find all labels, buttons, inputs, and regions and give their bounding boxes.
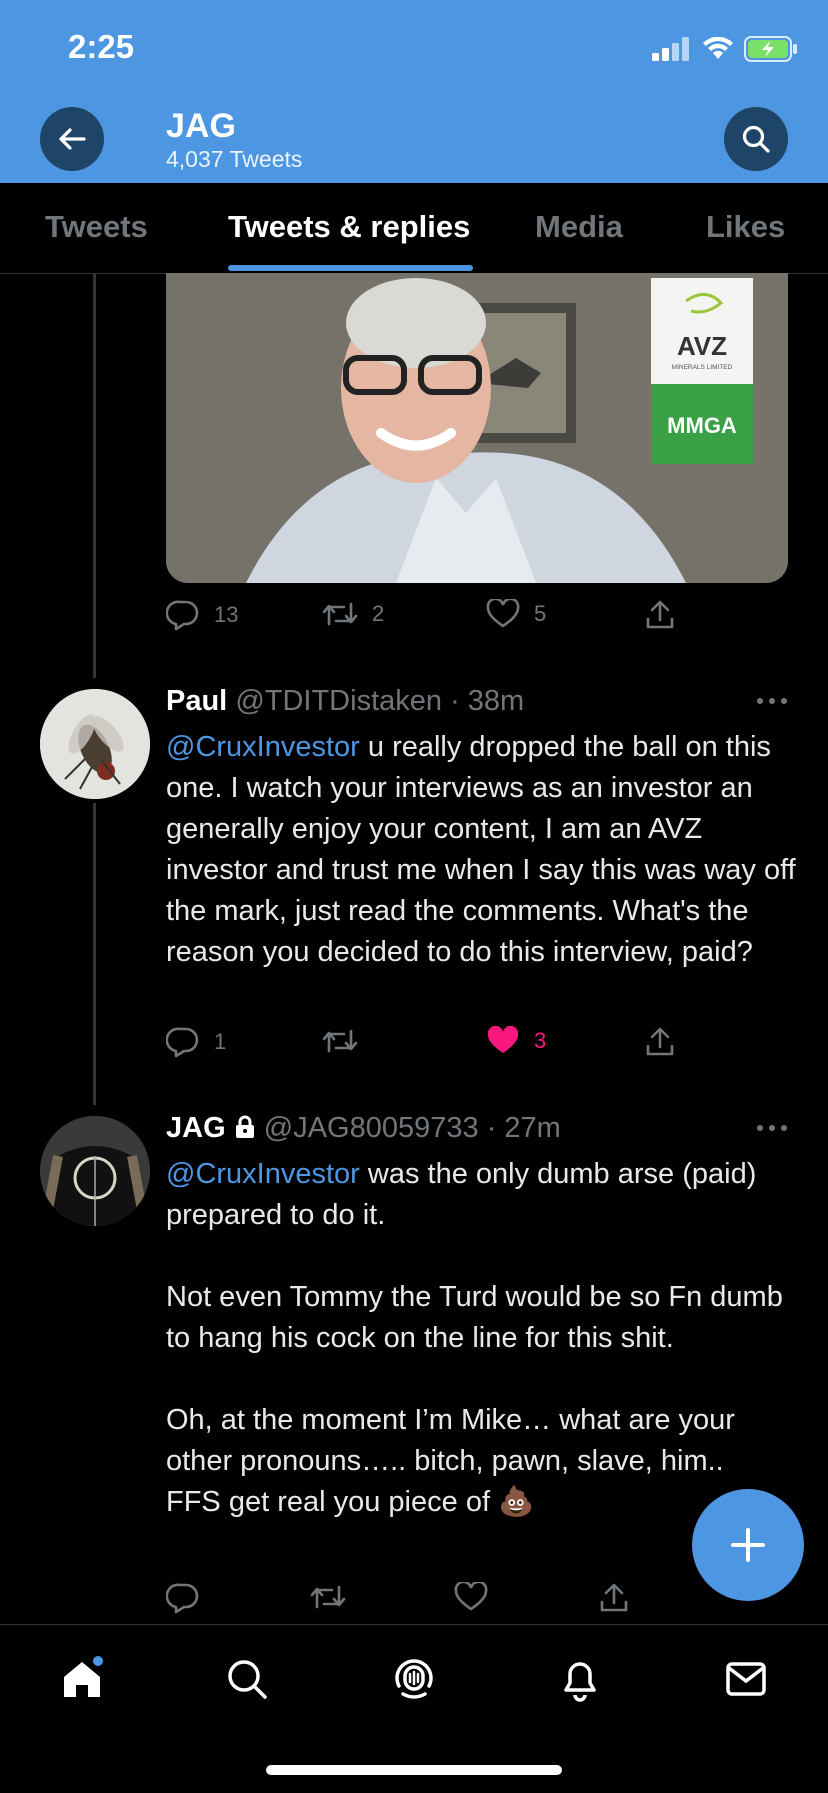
spaces-icon bbox=[395, 1659, 433, 1699]
plus-icon bbox=[731, 1528, 765, 1562]
fly-avatar-image bbox=[40, 689, 150, 799]
nav-spaces[interactable] bbox=[386, 1651, 442, 1707]
mention-link[interactable]: @CruxInvestor bbox=[166, 1158, 360, 1190]
reply-button[interactable] bbox=[166, 1582, 214, 1614]
status-time: 2:25 bbox=[68, 28, 135, 65]
nav-home[interactable] bbox=[54, 1651, 110, 1707]
retweet-icon bbox=[322, 602, 358, 626]
search-button[interactable] bbox=[724, 107, 788, 171]
tweet-header: Paul @TDITDistaken · 38m bbox=[166, 685, 524, 718]
more-icon bbox=[757, 698, 787, 704]
share-button[interactable] bbox=[644, 599, 676, 631]
mmga-badge-text: MMGA bbox=[667, 413, 737, 438]
share-icon bbox=[646, 1027, 674, 1056]
heart-filled-icon bbox=[487, 1026, 519, 1053]
battery-icon bbox=[744, 36, 797, 62]
avatar-paul[interactable] bbox=[40, 689, 150, 799]
reply-icon bbox=[166, 600, 199, 631]
avz-brand-text: AVZ bbox=[677, 331, 727, 361]
avatar-jag[interactable] bbox=[40, 1116, 150, 1226]
tweet-actions: 1 3 bbox=[166, 1026, 696, 1066]
reply-count: 13 bbox=[214, 602, 239, 627]
like-count: 3 bbox=[534, 1028, 547, 1053]
tweet-header: JAG @JAG80059733 · 27m bbox=[166, 1112, 561, 1145]
nav-notifications[interactable] bbox=[552, 1651, 608, 1707]
reply-count: 1 bbox=[214, 1029, 227, 1054]
reply-button[interactable]: 13 bbox=[166, 599, 238, 631]
tab-likes[interactable]: Likes bbox=[706, 209, 785, 245]
retweet-icon bbox=[322, 1029, 358, 1053]
tweet-body: was the only dumb arse (paid) prepared t… bbox=[166, 1158, 783, 1518]
wifi-icon bbox=[703, 37, 733, 59]
thread-line bbox=[93, 273, 96, 678]
mail-icon bbox=[726, 1662, 766, 1696]
tweet-count: 4,037 Tweets bbox=[166, 146, 303, 172]
tweet-text: @CruxInvestor was the only dumb arse (pa… bbox=[166, 1154, 796, 1523]
active-tab-indicator bbox=[228, 265, 473, 271]
back-button[interactable] bbox=[40, 107, 104, 171]
lock-icon bbox=[235, 1115, 254, 1138]
author-handle[interactable]: @TDITDistaken bbox=[235, 685, 442, 717]
profile-name: JAG bbox=[166, 107, 236, 145]
retweet-button[interactable] bbox=[322, 1026, 372, 1056]
back-arrow-icon bbox=[59, 128, 86, 150]
author-name[interactable]: JAG bbox=[166, 1112, 226, 1144]
bell-icon bbox=[564, 1662, 596, 1702]
compose-tweet-button[interactable] bbox=[692, 1489, 804, 1601]
tweet-actions bbox=[166, 1582, 696, 1622]
tweet-media-image[interactable]: AVZ MINERALS LIMITED MMGA bbox=[166, 273, 788, 583]
more-button[interactable] bbox=[756, 681, 788, 713]
retweet-count: 2 bbox=[372, 601, 385, 626]
explore-icon bbox=[228, 1660, 267, 1699]
tweet-time: · 27m bbox=[486, 1112, 561, 1144]
heart-icon bbox=[486, 599, 520, 628]
retweet-button[interactable] bbox=[310, 1582, 360, 1612]
author-handle[interactable]: @JAG80059733 bbox=[264, 1112, 479, 1144]
retweet-icon bbox=[310, 1585, 346, 1609]
tweet-body: u really dropped the ball on this one. I… bbox=[166, 731, 796, 968]
like-button[interactable]: 5 bbox=[486, 599, 546, 629]
heart-icon bbox=[454, 1582, 488, 1611]
more-button[interactable] bbox=[756, 1108, 788, 1140]
avz-brand-subtext: MINERALS LIMITED bbox=[672, 364, 733, 371]
reply-icon bbox=[166, 1027, 199, 1058]
share-icon bbox=[600, 1583, 628, 1612]
like-button[interactable] bbox=[454, 1582, 502, 1612]
retweet-button[interactable]: 2 bbox=[322, 599, 384, 629]
profile-tabs: Tweets Tweets & replies Media Likes bbox=[0, 183, 828, 274]
video-frame: AVZ MINERALS LIMITED MMGA bbox=[166, 273, 788, 583]
tweet-text: @CruxInvestor u really dropped the ball … bbox=[166, 727, 796, 973]
home-icon bbox=[64, 1656, 103, 1697]
share-icon bbox=[646, 600, 674, 629]
tab-tweets-and-replies[interactable]: Tweets & replies bbox=[228, 209, 470, 245]
tweet-time: · 38m bbox=[450, 685, 525, 717]
timeline[interactable]: AVZ MINERALS LIMITED MMGA 13 2 5 Paul @T… bbox=[0, 273, 828, 1624]
tweet-actions: 13 2 5 bbox=[166, 599, 696, 639]
author-name[interactable]: Paul bbox=[166, 685, 227, 717]
thread-line bbox=[93, 803, 96, 1105]
more-icon bbox=[757, 1125, 787, 1131]
jag-avatar-image bbox=[40, 1116, 150, 1226]
signal-icon bbox=[652, 37, 689, 61]
share-button[interactable] bbox=[644, 1026, 676, 1058]
status-icons bbox=[652, 34, 798, 64]
reply-icon bbox=[166, 1583, 199, 1614]
reply-button[interactable]: 1 bbox=[166, 1026, 226, 1058]
nav-explore[interactable] bbox=[219, 1651, 275, 1707]
nav-messages[interactable] bbox=[718, 1651, 774, 1707]
share-button[interactable] bbox=[598, 1582, 630, 1614]
avz-logo-overlay: AVZ MINERALS LIMITED MMGA bbox=[651, 278, 753, 464]
mention-link[interactable]: @CruxInvestor bbox=[166, 731, 360, 763]
like-button[interactable]: 3 bbox=[486, 1026, 546, 1056]
profile-header: 2:25 JAG 4,037 Tweets bbox=[0, 0, 828, 183]
tab-tweets[interactable]: Tweets bbox=[45, 209, 148, 245]
home-indicator bbox=[266, 1765, 562, 1775]
search-icon bbox=[742, 125, 770, 153]
tab-media[interactable]: Media bbox=[535, 209, 623, 245]
like-count: 5 bbox=[534, 601, 547, 626]
